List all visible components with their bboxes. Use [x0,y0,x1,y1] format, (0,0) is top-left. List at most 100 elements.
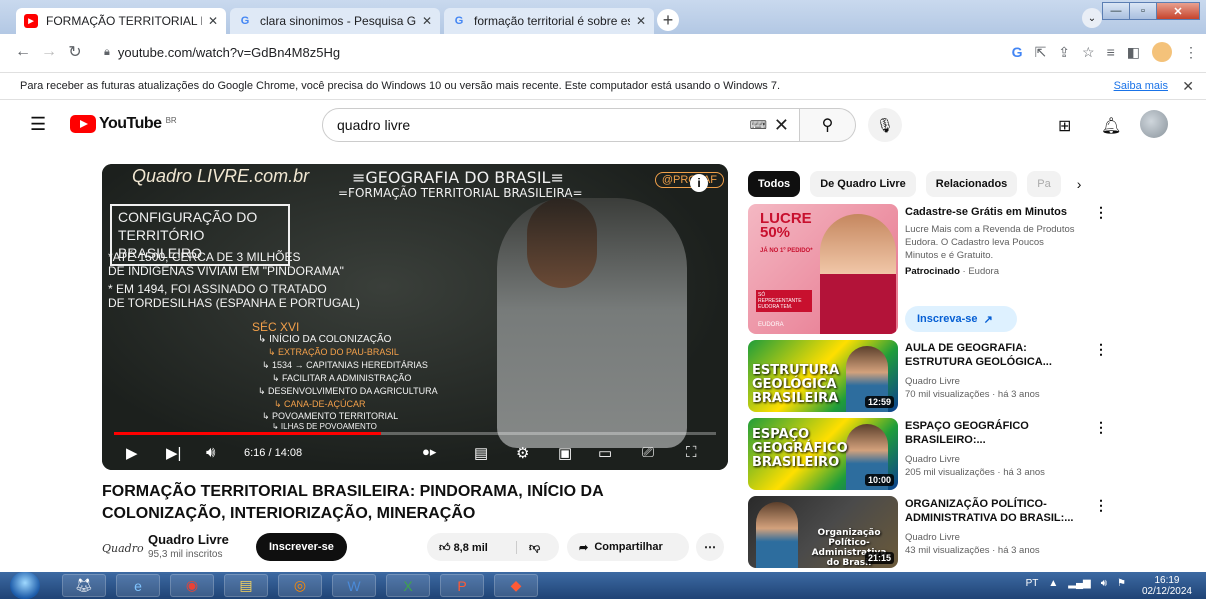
profile-avatar[interactable] [1152,42,1172,62]
bookmark-star-icon[interactable]: ☆ [1082,44,1095,61]
system-tray: PT ▲ ▂▄▆ 🔊︎ ⚑ [1026,578,1126,589]
new-tab-button[interactable]: + [657,9,679,31]
show-hidden-icons-icon[interactable]: ▲ [1048,578,1058,589]
video-info-icon[interactable]: i [690,174,708,192]
related-title[interactable]: ESPAÇO GEOGRÁFICO BRASILEIRO:... [905,419,1085,447]
youtube-logo[interactable]: YouTube BR [70,115,177,133]
action-center-flag-icon[interactable]: ⚑ [1117,578,1126,589]
excel-icon[interactable]: X [386,574,430,597]
search-button[interactable]: ⚲ [800,108,856,142]
related-menu-icon[interactable]: ⋮ [1094,341,1108,358]
network-signal-icon[interactable]: ▂▄▆ [1068,578,1090,589]
channel-avatar[interactable]: Quadro [102,534,144,562]
google-lens-icon[interactable]: G [1012,44,1023,60]
close-tab-icon[interactable]: ✕ [636,14,646,28]
share-button[interactable]: ➦ Compartilhar [567,533,689,561]
start-button[interactable] [10,572,40,599]
address-bar[interactable]: 🔒︎ youtube.com/watch?v=GdBn4M8z5Hg [104,39,1014,65]
chevron-right-icon[interactable]: › [1077,176,1082,192]
side-panel-icon[interactable]: ◧ [1127,44,1140,61]
keyboard-icon[interactable]: ⌨ [750,118,767,132]
board-note: ↳ EXTRAÇÃO DO PAU-BRASIL [268,347,399,357]
chip-related[interactable]: Relacionados [925,171,1018,197]
share-page-icon[interactable]: ⇪ [1058,44,1070,61]
back-icon[interactable]: ← [10,43,36,61]
related-channel[interactable]: Quadro Livre [905,453,1085,466]
maximize-icon[interactable]: ▫ [1129,2,1157,20]
video-player[interactable]: Quadro LIVRE.com.br ≡GEOGRAFIA DO BRASIL… [102,164,728,470]
info-bar-message: Para receber as futuras atualizações do … [20,80,781,92]
related-title[interactable]: ORGANIZAÇÃO POLÍTICO-ADMINISTRATIVA DO B… [905,497,1085,525]
chip-from-channel[interactable]: De Quadro Livre [810,171,916,197]
powerpoint-icon[interactable]: P [440,574,484,597]
notifications-bell-icon[interactable]: 🔔︎ [1101,116,1121,136]
volume-icon[interactable]: 🔊︎ [206,444,215,461]
ad-thumbnail[interactable]: LUCRE 50% JÁ NO 1º PEDIDO* SÓ REPRESENTA… [748,204,898,334]
next-video-icon[interactable]: ▶| [166,444,181,462]
close-tab-icon[interactable]: ✕ [422,14,432,28]
account-avatar[interactable] [1140,110,1168,138]
lock-icon[interactable]: 🔒︎ [104,46,110,59]
chrome-icon[interactable]: ◉ [170,574,214,597]
ad-cta-button[interactable]: Inscreva-se ↗ [905,306,1017,332]
like-button[interactable]: 👍︎ 8,8 mil [427,540,517,554]
tab-youtube[interactable]: ▶ FORMAÇÃO TERRITORIAL BRASIL ✕ [16,8,226,34]
tab-google-search-1[interactable]: G clara sinonimos - Pesquisa Goog ✕ [230,8,440,34]
subtitles-icon[interactable]: ▤ [474,444,488,462]
word-icon[interactable]: W [332,574,376,597]
related-thumbnail[interactable]: Organização Político-Administrativa do B… [748,496,898,568]
language-indicator[interactable]: PT [1026,578,1039,589]
menu-hamburger-icon[interactable]: ☰ [30,114,46,135]
minimize-icon[interactable]: — [1102,2,1130,20]
tab-search-dropdown-icon[interactable]: ⌄ [1082,8,1102,28]
tab-google-search-2[interactable]: G formação territorial é sobre espa ✕ [444,8,654,34]
install-app-icon[interactable]: ⇱ [1035,44,1047,61]
more-actions-button[interactable]: ⋯ [696,533,724,561]
related-channel[interactable]: Quadro Livre [905,375,1085,388]
related-thumbnail[interactable]: ESTRUTURA GEOLÓGICA BRASILEIRA 12:59 [748,340,898,412]
file-explorer-icon[interactable]: ▤ [224,574,268,597]
clear-search-icon[interactable]: ✕ [774,115,789,136]
browser-tab-strip: ▶ FORMAÇÃO TERRITORIAL BRASIL ✕ G clara … [0,0,1206,34]
close-tab-icon[interactable]: ✕ [208,14,218,28]
chip-all[interactable]: Todos [748,171,801,197]
voice-search-button[interactable]: 🎙︎ [868,108,902,142]
related-menu-icon[interactable]: ⋮ [1094,497,1108,514]
subscribe-button[interactable]: Inscrever-se [256,533,347,561]
theater-mode-icon[interactable]: ▭ [598,444,612,462]
info-bar-close-icon[interactable]: ✕ [1182,78,1194,95]
related-title[interactable]: AULA DE GEOGRAFIA: ESTRUTURA GEOLÓGICA..… [905,341,1085,369]
anydesk-icon[interactable]: ◆ [494,574,538,597]
internet-explorer-icon[interactable]: e [116,574,160,597]
settings-gear-icon[interactable]: ⚙ [516,444,529,462]
board-note: ↳ CANA-DE-AÇÚCAR [274,399,366,409]
chip-more[interactable]: Pa [1027,171,1061,197]
system-clock[interactable]: 16:19 02/12/2024 [1142,575,1192,597]
cast-icon[interactable]: ⎚ [642,444,654,461]
speaker-icon[interactable]: 🔊︎ [1101,578,1107,589]
play-icon[interactable]: ▶ [126,444,138,462]
ad-title[interactable]: Cadastre-se Grátis em Minutos [905,205,1085,219]
miniplayer-icon[interactable]: ▣ [558,444,572,462]
video-progress-bar[interactable] [114,432,716,435]
related-thumbnail[interactable]: ESPAÇO GEOGRÁFICO BRASILEIRO 10:00 [748,418,898,490]
create-video-icon[interactable]: ⊞ [1058,116,1071,136]
youtube-header: ☰ YouTube BR quadro livre ⌨ ✕ ⚲ 🎙︎ ⊞ 🔔︎ [0,100,1206,150]
search-input[interactable]: quadro livre ⌨ ✕ [322,108,800,142]
learn-more-link[interactable]: Saiba mais [1114,80,1168,92]
window-close-icon[interactable]: ✕ [1156,2,1200,20]
reading-list-icon[interactable]: ≡ [1107,44,1115,60]
media-player-icon[interactable]: ◎ [278,574,322,597]
related-channel[interactable]: Quadro Livre [905,531,1085,544]
dislike-button[interactable]: 👎︎ [517,541,540,554]
board-note: ↳ DESENVOLVIMENTO DA AGRICULTURA [258,386,438,396]
autoplay-toggle-icon[interactable]: ●▸ [422,444,436,460]
reload-icon[interactable]: ↻ [62,42,88,62]
fullscreen-icon[interactable]: ⛶ [686,444,697,461]
channel-name[interactable]: Quadro Livre [148,532,229,547]
chrome-menu-icon[interactable]: ⋮ [1184,44,1198,61]
ad-menu-icon[interactable]: ⋮ [1094,204,1108,221]
related-menu-icon[interactable]: ⋮ [1094,419,1108,436]
forward-icon[interactable]: → [36,43,62,61]
firefox-icon[interactable]: 🦊︎ [62,574,106,597]
